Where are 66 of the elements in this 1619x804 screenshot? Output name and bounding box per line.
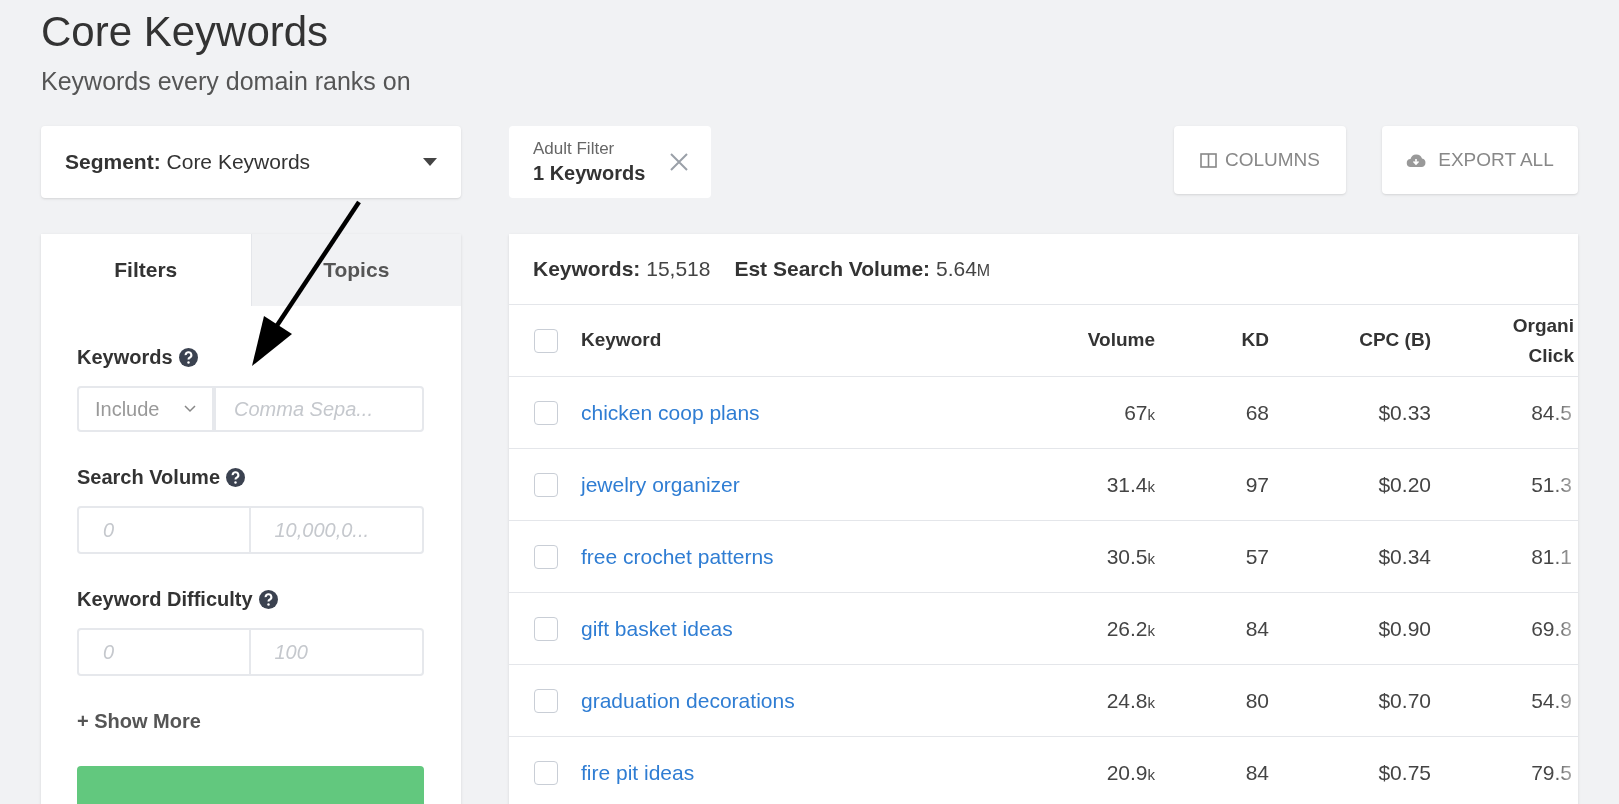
min-input[interactable]: 0: [77, 628, 251, 676]
columns-button[interactable]: COLUMNS: [1174, 126, 1346, 194]
filter-label: Search Volume: [77, 465, 221, 490]
keyword-link[interactable]: free crochet patterns: [581, 540, 881, 573]
apply-button[interactable]: [77, 766, 424, 804]
cpc-cell-text: $0.75: [1377, 759, 1431, 786]
keyword-link[interactable]: gift basket ideas: [581, 612, 881, 645]
volume-cell-text: 30.5k: [1105, 543, 1155, 570]
help-icon[interactable]: [258, 589, 278, 609]
volume-cell-text: 26.2k: [1105, 615, 1155, 642]
keyword-link[interactable]: graduation decorations: [581, 684, 881, 717]
column-header[interactable]: Click: [1528, 340, 1574, 371]
caret-icon: [423, 158, 437, 166]
tab[interactable]: Filters: [41, 234, 251, 306]
volume-cell-text: 31.4k: [1105, 471, 1155, 498]
column-header[interactable]: Keyword: [581, 326, 881, 355]
checkbox[interactable]: [534, 760, 558, 785]
column-header[interactable]: KD: [1155, 326, 1269, 355]
keyword-link[interactable]: jewelry organizer: [581, 468, 881, 501]
close-icon[interactable]: [669, 152, 690, 172]
chip-value: 1 Keywords: [533, 161, 646, 186]
volume-cell-text: 67k: [1123, 399, 1155, 426]
summary-stat: Keywords: 15,518: [533, 256, 711, 283]
checkbox[interactable]: [534, 616, 558, 641]
checkbox[interactable]: [534, 328, 558, 353]
help-icon[interactable]: [226, 467, 246, 487]
chip-label: Adult Filter: [533, 138, 616, 160]
page-title: Core Keywords: [41, 7, 330, 57]
tab[interactable]: Topics: [250, 234, 461, 306]
filter-label: Keyword Difficulty: [77, 587, 253, 612]
cpc-cell-text: $0.33: [1377, 399, 1431, 426]
keywords-input[interactable]: Comma Sepa...: [214, 386, 424, 432]
volume-cell-text: 20.9k: [1105, 759, 1155, 786]
cpc-cell-text: $0.20: [1377, 471, 1431, 498]
min-input[interactable]: 0: [77, 506, 251, 554]
keyword-link[interactable]: chicken coop plans: [581, 396, 881, 429]
checkbox[interactable]: [534, 472, 558, 497]
volume-cell-text: 24.8k: [1105, 687, 1155, 714]
kd-cell-text: 84: [1244, 615, 1269, 642]
export-button[interactable]: EXPORT ALL: [1382, 126, 1578, 194]
kd-cell-text: 97: [1244, 471, 1269, 498]
checkbox[interactable]: [534, 400, 558, 425]
cpc-cell-text: $0.34: [1377, 543, 1431, 570]
checkbox[interactable]: [534, 544, 558, 569]
segment-dropdown[interactable]: Segment: Core Keywords: [41, 126, 461, 198]
cpc-cell-text: $0.70: [1377, 687, 1431, 714]
kd-cell-text: 68: [1244, 399, 1269, 426]
kd-cell-text: 80: [1244, 687, 1269, 714]
column-header[interactable]: Volume: [881, 326, 1155, 355]
show-more-link[interactable]: + Show More: [77, 706, 425, 736]
page-subtitle: Keywords every domain ranks on: [41, 66, 412, 96]
summary-stat: Est Search Volume: 5.64M: [734, 256, 991, 283]
chevron-icon: [184, 405, 196, 413]
checkbox[interactable]: [534, 688, 558, 713]
cloud-download-icon: [1406, 152, 1427, 168]
columns-icon: [1200, 152, 1217, 168]
column-header[interactable]: CPC (B): [1269, 326, 1431, 355]
max-input[interactable]: 10,000,0...: [250, 506, 424, 554]
max-input[interactable]: 100: [250, 628, 424, 676]
cpc-cell-text: $0.90: [1377, 615, 1431, 642]
filter-label: Keywords: [77, 345, 173, 370]
help-icon[interactable]: [178, 347, 198, 367]
kd-cell-text: 84: [1244, 759, 1269, 786]
kd-cell-text: 57: [1244, 543, 1269, 570]
keyword-link[interactable]: fire pit ideas: [581, 756, 881, 789]
column-header[interactable]: Organi: [1512, 310, 1574, 341]
